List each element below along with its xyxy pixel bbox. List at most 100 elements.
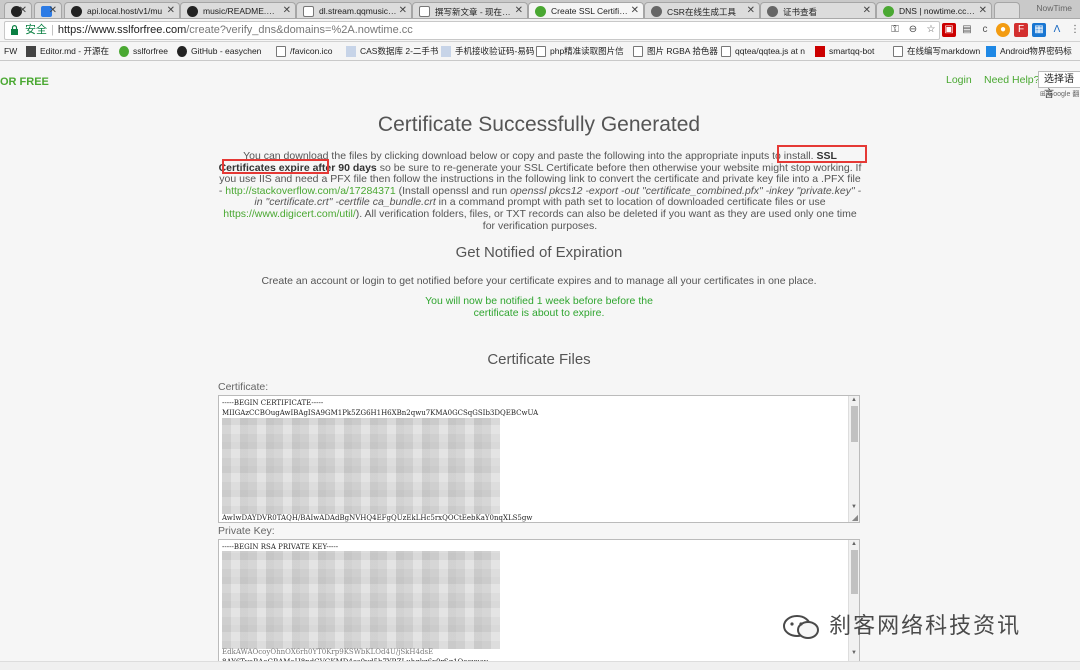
bookmark-item[interactable]: smartqq-bot	[815, 45, 874, 59]
scrollbar[interactable]: ▲ ▼	[848, 396, 859, 522]
bookmark-item[interactable]: FW	[0, 45, 17, 59]
watermark: 刹客网络科技资讯	[781, 608, 1021, 640]
bookmark-label: /favicon.ico	[290, 46, 333, 56]
tab-csr-tool[interactable]: CSR在线生成工具 ✕	[644, 2, 760, 18]
scroll-up-icon[interactable]: ▲	[851, 541, 857, 547]
highlight-box	[777, 145, 867, 163]
close-icon[interactable]: ✕	[747, 5, 755, 16]
extension-a-icon[interactable]: Λ	[1050, 23, 1064, 37]
bookmark-item[interactable]: sslforfree	[119, 45, 168, 59]
tab-p-app[interactable]: ✕	[34, 2, 62, 18]
tab-label: 证书查看	[783, 7, 818, 17]
bookmark-item[interactable]: 手机接收验证码-易码	[441, 45, 534, 59]
private-key-textarea[interactable]: -----BEGIN RSA PRIVATE KEY----- EdkAWAOc…	[218, 539, 860, 669]
android-icon	[986, 46, 996, 57]
github-icon	[177, 46, 187, 57]
extension-c-icon[interactable]: c	[978, 23, 992, 37]
bookmark-item[interactable]: 图片 RGBA 拾色器	[633, 45, 718, 59]
watermark-text: 刹客网络科技资讯	[829, 613, 1022, 638]
scroll-down-icon[interactable]: ▼	[851, 650, 857, 656]
bookmarks-bar: FW Editor.md - 开源在 sslforfree GitHub - e…	[0, 42, 1080, 61]
certificate-textarea[interactable]: -----BEGIN CERTIFICATE----- MIIGAzCCBOug…	[218, 395, 860, 523]
secure-label: 安全	[25, 24, 47, 36]
tab-api-local[interactable]: api.local.host/v1/mu ✕	[64, 2, 180, 18]
browser-tab-strip: ✕ ✕ api.local.host/v1/mu ✕ music/README.…	[0, 0, 1080, 19]
tab-github-1[interactable]: ✕	[4, 2, 32, 18]
scroll-up-icon[interactable]: ▲	[851, 397, 857, 403]
close-icon[interactable]: ✕	[19, 5, 27, 16]
bookmark-item[interactable]: /favicon.ico	[276, 45, 333, 59]
tab-dl-stream[interactable]: dl.stream.qqmusic.qc ✕	[296, 2, 412, 18]
certificate-label: Certificate:	[218, 381, 269, 393]
github-icon	[187, 6, 198, 17]
google-translate-label: ⊞ Google 翻	[1040, 91, 1080, 98]
bookmark-item[interactable]: GitHub - easychen	[177, 45, 261, 59]
doc-icon	[303, 6, 314, 17]
bookmark-item[interactable]: qqtea/qqtea.js at n	[721, 45, 805, 59]
extension-blue-icon[interactable]: ▦	[1032, 23, 1046, 37]
cert-data-line: AwIwDAYDVR0TAQH/BAIwADAdBgNVHQ4EFgQUzEkL…	[222, 514, 533, 522]
bookmark-label: sslforfree	[133, 46, 168, 56]
close-icon[interactable]: ✕	[979, 5, 987, 16]
tab-music-readme[interactable]: music/README.md a ✕	[180, 2, 296, 18]
bookmark-label: GitHub - easychen	[191, 46, 262, 56]
bookmark-label: qqtea/qqtea.js at n	[735, 46, 805, 56]
key-icon[interactable]: ⚿	[888, 23, 902, 37]
bookmark-label: Editor.md - 开源在	[40, 46, 109, 56]
new-tab-button[interactable]	[994, 2, 1020, 18]
files-heading: Certificate Files	[487, 351, 591, 368]
scrollbar-thumb[interactable]	[851, 550, 858, 594]
close-icon[interactable]: ✕	[49, 5, 57, 16]
redacted-content	[222, 551, 500, 649]
intro-text: ). All verification folders, files, or T…	[355, 207, 857, 232]
tab-cert-view[interactable]: 证书查看 ✕	[760, 2, 876, 18]
bookmark-item[interactable]: 在线编写markdown	[893, 45, 980, 59]
tab-label: music/README.md a	[203, 6, 286, 16]
extension-ad-icon[interactable]: ▣	[942, 23, 956, 37]
doc-icon	[893, 46, 903, 57]
tab-create-ssl[interactable]: Create SSL Certificat ✕	[528, 2, 644, 18]
tab-label: DNS | nowtime.cc | C	[899, 6, 980, 16]
resize-handle-icon[interactable]: ◢	[852, 513, 858, 522]
private-key-label: Private Key:	[218, 525, 275, 537]
zoom-icon[interactable]: ⊖	[906, 23, 920, 37]
close-icon[interactable]: ✕	[399, 5, 407, 16]
login-link[interactable]: Login	[946, 74, 972, 86]
notify-success-message: You will now be notified 1 week before b…	[425, 295, 653, 319]
address-bar[interactable]: 安全 | https://www.sslforfree.com/create?ver…	[4, 21, 940, 40]
tab-dns-nowtime[interactable]: DNS | nowtime.cc | C ✕	[876, 2, 992, 18]
star-icon[interactable]: ☆	[924, 23, 938, 37]
tab-write-article[interactable]: 撰写新文章 - 现在网络 ✕	[412, 2, 528, 18]
bookmark-label: 图片 RGBA 拾色器	[647, 46, 718, 56]
wechat-icon	[783, 615, 819, 640]
tab-label: dl.stream.qqmusic.qc	[319, 6, 400, 16]
scrollbar[interactable]: ▲ ▼	[848, 540, 859, 668]
close-icon[interactable]: ✕	[631, 5, 639, 16]
stackoverflow-link[interactable]: http://stackoverflow.com/a/17284371	[225, 185, 395, 197]
extension-screen-icon[interactable]: ▤	[960, 23, 974, 37]
github-icon	[71, 6, 82, 17]
close-icon[interactable]: ✕	[283, 5, 291, 16]
bookmark-item[interactable]: php精准读取图片信	[536, 45, 624, 59]
help-link[interactable]: Need Help?	[984, 74, 1039, 86]
doc-icon	[536, 46, 546, 57]
scrollbar-thumb[interactable]	[851, 406, 858, 442]
url-path: /create?verify_dns&domains=%2A.nowtime.c…	[186, 24, 413, 36]
doc-icon	[633, 46, 643, 57]
site-brand-logo[interactable]: OR FREE	[0, 76, 49, 88]
bookmark-label: smartqq-bot	[829, 46, 875, 56]
menu-icon[interactable]: ⋮	[1068, 23, 1080, 37]
leaf-icon	[535, 6, 546, 17]
close-icon[interactable]: ✕	[515, 5, 523, 16]
extension-orange-icon[interactable]: ●	[996, 23, 1010, 37]
digicert-link[interactable]: https://www.digicert.com/util/	[223, 208, 355, 220]
bookmark-item[interactable]: Editor.md - 开源在	[26, 45, 109, 59]
language-select[interactable]: 选择语言	[1038, 71, 1080, 100]
extension-fe-icon[interactable]: F	[1014, 23, 1028, 37]
close-icon[interactable]: ✕	[167, 5, 175, 16]
intro-text: in a command prompt with path set to loc…	[438, 196, 826, 209]
bookmark-item[interactable]: CAS数据库 2-二手书	[346, 45, 438, 59]
scroll-down-icon[interactable]: ▼	[851, 504, 857, 510]
bookmark-item[interactable]: Android物界密码标	[986, 45, 1072, 59]
close-icon[interactable]: ✕	[863, 5, 871, 16]
